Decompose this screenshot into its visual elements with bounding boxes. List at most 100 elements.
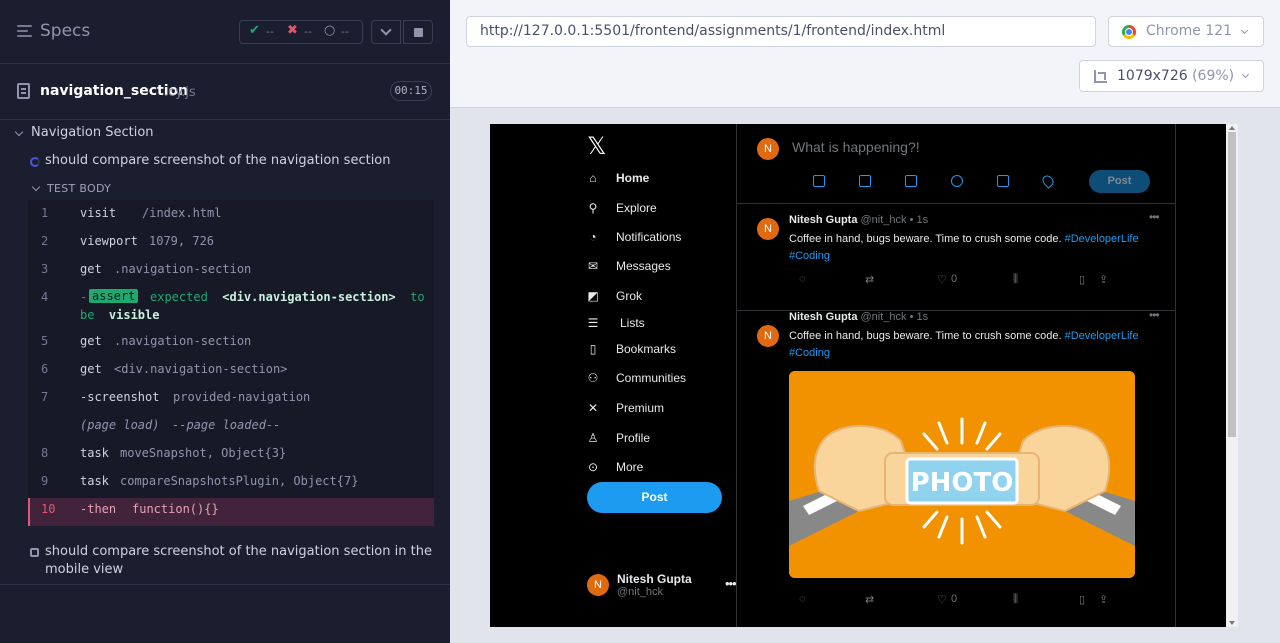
share-icon[interactable]: ⇪ [1099, 593, 1108, 606]
command-name: (page load) [80, 418, 160, 432]
command-name: task [80, 474, 109, 488]
test-body-label[interactable]: TEST BODY [47, 182, 111, 195]
avatar: N [587, 574, 609, 596]
frame-scrollbar[interactable] [1226, 124, 1238, 627]
bookmark-icon[interactable]: ▯ [1079, 593, 1085, 606]
compose-post-button[interactable]: Post [1089, 170, 1150, 193]
like-icon[interactable]: ♡ [937, 273, 947, 286]
image-icon[interactable] [813, 175, 825, 187]
spec-duration: 00:15 [390, 81, 432, 101]
schedule-icon[interactable] [997, 175, 1009, 187]
active-command-row[interactable]: 10 -then function(){} [28, 498, 434, 526]
suite-title[interactable]: Navigation Section [31, 125, 154, 140]
views-icon[interactable]: ⫼ [1013, 593, 1018, 606]
spec-file-row: navigation_section .cy.js 00:15 [0, 64, 450, 120]
views-icon[interactable]: ⫼ [1013, 273, 1018, 286]
stop-button[interactable] [403, 20, 433, 44]
nav-item-label: More [616, 460, 644, 474]
browser-label: Chrome 121 [1146, 23, 1233, 39]
command-message: .navigation-section [114, 262, 252, 276]
command-number: 1 [41, 206, 49, 220]
divider [0, 584, 450, 585]
account-switcher[interactable]: N Nitesh Gupta @nit_hck ••• [587, 572, 737, 602]
command-name: get [80, 262, 102, 276]
more-icon[interactable]: ••• [1149, 210, 1160, 224]
poll-icon[interactable] [905, 175, 917, 187]
url-bar[interactable]: http://127.0.0.1:5501/frontend/assignmen… [466, 16, 1096, 47]
command-row[interactable]: 1 visit /index.html [28, 206, 434, 222]
nav-item-label: Notifications [616, 230, 682, 244]
scroll-down-icon[interactable] [1229, 621, 1235, 625]
user-icon: ♙ [587, 431, 599, 445]
expand-button[interactable] [371, 20, 401, 44]
command-number: 6 [41, 362, 49, 376]
location-icon[interactable] [1040, 173, 1056, 189]
command-number: 4 [41, 290, 49, 304]
command-row[interactable]: 9 task compareSnapshotsPlugin, Object{7} [28, 474, 434, 490]
page-load-row: (page load) --page loaded-- [28, 418, 434, 434]
spec-extension: .cy.js [164, 85, 196, 100]
command-message: moveSnapshot, Object{3} [120, 446, 287, 460]
tweet-actions: ◌ ⇄ ♡ 0 ⫼ ▯ ⇪ [789, 273, 1119, 289]
check-icon: ✔ [249, 23, 260, 38]
command-row[interactable]: 6 get <div.navigation-section> [28, 362, 434, 378]
command-number: 7 [41, 390, 49, 404]
like-count: 0 [951, 273, 958, 285]
more-icon[interactable]: ••• [725, 576, 737, 591]
retweet-icon[interactable]: ⇄ [865, 593, 874, 606]
scroll-up-icon[interactable] [1229, 126, 1235, 130]
chevron-down-icon[interactable] [14, 127, 24, 137]
gif-icon[interactable] [859, 175, 871, 187]
nav-item-label: Bookmarks [616, 342, 677, 356]
specs-label[interactable]: Specs [40, 21, 90, 41]
nav-item-label: Premium [616, 401, 665, 415]
like-icon[interactable]: ♡ [937, 593, 947, 606]
more-icon[interactable]: ••• [1149, 308, 1160, 322]
tweet[interactable]: N Nitesh Gupta @nit_hck • 1s ••• Coffee … [737, 204, 1175, 311]
emoji-icon[interactable] [951, 175, 963, 187]
tweet-photo[interactable]: PHOTO [789, 371, 1135, 578]
browser-selector[interactable]: Chrome 121 [1108, 16, 1264, 47]
post-button[interactable]: Post [587, 482, 722, 513]
people-icon: ⚇ [587, 371, 599, 385]
tweet[interactable]: N Nitesh Gupta @nit_hck • 1s ••• Coffee … [737, 308, 1175, 627]
command-row[interactable]: 8 task moveSnapshot, Object{3} [28, 446, 434, 462]
chrome-icon [1122, 25, 1136, 39]
nav-item-label: Communities [616, 371, 687, 385]
viewport-info-button[interactable]: 1079x726 (69%) [1079, 60, 1264, 92]
command-message: provided-navigation [173, 390, 311, 404]
command-row[interactable]: 7 -screenshot provided-navigation [28, 390, 434, 406]
nav-item-label: Home [616, 171, 650, 185]
command-name: visit [80, 206, 117, 220]
command-row[interactable]: 3 get .navigation-section [28, 262, 434, 278]
bookmark-icon[interactable]: ▯ [1079, 273, 1085, 286]
command-name: - [80, 290, 88, 304]
assert-command-row[interactable]: 4 - assert expected <div.navigation-sect… [28, 289, 434, 326]
bell-icon: ◔ [589, 230, 597, 244]
command-number: 2 [41, 234, 49, 248]
command-row[interactable]: 5 get .navigation-section [28, 334, 434, 350]
compose-input[interactable]: What is happening?! [792, 139, 920, 155]
retweet-icon[interactable]: ⇄ [865, 273, 874, 286]
chevron-down-icon[interactable] [31, 182, 41, 192]
x-logo-icon[interactable]: 𝕏 [587, 132, 606, 160]
passed-count: -- [266, 25, 274, 38]
assert-badge: assert [89, 289, 139, 303]
test-title[interactable]: should compare screenshot of the navigat… [45, 543, 435, 579]
scrollbar-thumb[interactable] [1228, 132, 1236, 437]
command-name: task [80, 446, 109, 460]
tweet-text: Coffee in hand, bugs beware. Time to cru… [789, 330, 1139, 359]
home-icon: ⌂ [589, 171, 597, 185]
compose-box: N What is happening?! Post [737, 124, 1175, 204]
nav-item-label: Messages [616, 259, 671, 273]
command-message: function(){} [132, 502, 219, 516]
command-row[interactable]: 2 viewport 1079, 726 [28, 234, 434, 250]
command-message: --page loaded-- [172, 418, 281, 432]
share-icon[interactable]: ⇪ [1099, 273, 1108, 286]
nav-item-label: Grok [616, 289, 643, 303]
reply-icon[interactable]: ◌ [799, 593, 806, 605]
command-number: 9 [41, 474, 49, 488]
menu-icon[interactable] [17, 25, 32, 38]
reply-icon[interactable]: ◌ [799, 273, 806, 285]
test-title[interactable]: should compare screenshot of the navigat… [45, 153, 391, 168]
